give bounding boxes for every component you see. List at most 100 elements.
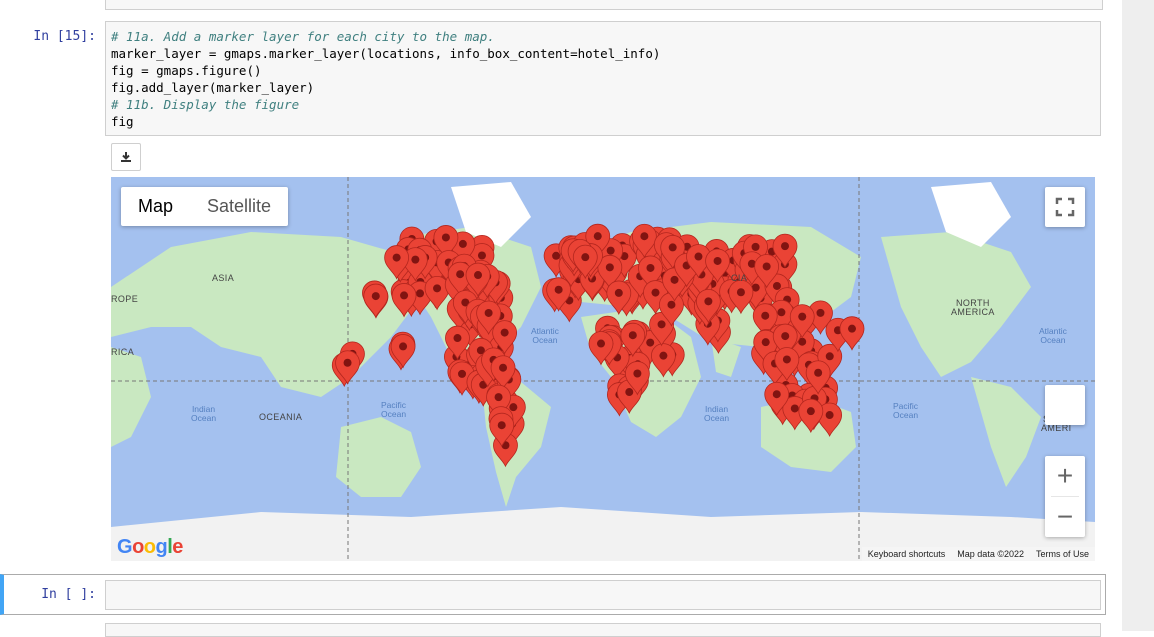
map-label: Pacific Ocean	[893, 401, 919, 420]
zoom-in-button[interactable]: +	[1045, 456, 1085, 496]
map-marker-dot	[458, 239, 467, 248]
map-marker-dot	[704, 297, 713, 306]
map-marker-dot	[554, 285, 563, 294]
map-type-control: Map Satellite	[121, 187, 289, 226]
fullscreen-icon	[1055, 197, 1075, 217]
map-marker-dot	[477, 251, 486, 260]
map-marker-dot	[456, 270, 465, 279]
page-scrollbar[interactable]	[1122, 0, 1154, 631]
map-marker-dot	[458, 369, 467, 378]
map-marker-dot	[646, 338, 655, 347]
map-marker-dot	[670, 275, 679, 284]
land-mass	[971, 377, 1041, 487]
map-marker-dot	[433, 284, 442, 293]
map-marker[interactable]	[390, 334, 416, 369]
map-marker-dot	[392, 253, 401, 262]
code-line: # 11b. Display the figure	[111, 97, 300, 112]
map-marker-dot	[694, 252, 703, 261]
map-marker-dot	[777, 308, 786, 317]
keyboard-shortcuts-link[interactable]: Keyboard shortcuts	[862, 549, 952, 559]
previous-cell[interactable]	[105, 0, 1103, 10]
map-type-satellite-button[interactable]: Satellite	[190, 187, 288, 226]
map-marker-dot	[825, 352, 834, 361]
code-cell-prompt: In [15]:	[33, 29, 96, 44]
map-marker-dot	[814, 368, 823, 377]
map-marker-dot	[416, 289, 425, 298]
empty-cell-prompt: In [ ]:	[41, 587, 96, 602]
map-marker-dot	[736, 288, 745, 297]
google-logo[interactable]: Google	[117, 536, 183, 559]
map-marker-dot	[606, 246, 615, 255]
download-button[interactable]	[111, 143, 141, 171]
map-canvas[interactable]	[111, 177, 1095, 561]
map-type-map-button[interactable]: Map	[121, 187, 190, 226]
code-editor[interactable]: # 11a. Add a marker layer for each city …	[111, 28, 660, 130]
map-marker-dot	[494, 393, 503, 402]
land-mass	[111, 347, 151, 447]
terms-of-use-link[interactable]: Terms of Use	[1030, 549, 1095, 559]
map-label: ASIA	[212, 273, 235, 283]
map-marker-dot	[780, 242, 789, 251]
map-marker-dot	[781, 332, 790, 341]
code-line: fig = gmaps.figure()	[111, 63, 262, 78]
map-marker-dot	[399, 342, 408, 351]
zoom-control: + −	[1045, 456, 1085, 537]
map-marker-dot	[633, 369, 642, 378]
map-marker-dot	[497, 421, 506, 430]
map-marker-dot	[581, 253, 590, 262]
map-marker-dot	[453, 334, 462, 343]
map-marker-dot	[825, 411, 834, 420]
map-marker-dot	[500, 328, 509, 337]
map-label: Indian Ocean	[191, 404, 217, 423]
map-marker-dot	[343, 358, 352, 367]
map-marker-dot	[646, 263, 655, 272]
code-line: fig.add_layer(marker_layer)	[111, 80, 315, 95]
map-marker-dot	[790, 404, 799, 413]
map-view[interactable]: ASIA ROPE RICA Indian Ocean OCEANIA Paci…	[111, 177, 1095, 561]
map-label: RICA	[111, 347, 135, 357]
map-marker-dot	[474, 271, 483, 280]
next-cell[interactable]	[105, 623, 1101, 637]
map-data-text: Map data ©2022	[957, 549, 1024, 559]
map-marker-dot	[593, 232, 602, 241]
map-marker-dot	[782, 355, 791, 364]
map-marker-dot	[847, 324, 856, 333]
code-line: marker_layer = gmaps.marker_layer(locati…	[111, 46, 661, 61]
code-line: fig	[111, 114, 134, 129]
map-marker-dot	[484, 308, 493, 317]
fullscreen-button[interactable]	[1045, 187, 1085, 227]
map-marker-dot	[761, 311, 770, 320]
map-marker-dot	[625, 388, 634, 397]
map-marker-dot	[499, 363, 508, 372]
download-icon	[121, 152, 131, 162]
zoom-out-button[interactable]: −	[1045, 497, 1085, 537]
map-marker-dot	[441, 233, 450, 242]
street-view-button[interactable]	[1045, 385, 1085, 425]
map-label: Pacific Ocean	[381, 400, 407, 419]
map-marker-dot	[605, 263, 614, 272]
map-label: ROPE	[111, 294, 139, 304]
code-line: # 11a. Add a marker layer for each city …	[111, 29, 495, 44]
empty-code-cell[interactable]	[105, 580, 1101, 610]
map-marker-dot	[614, 288, 623, 297]
map-marker-dot	[806, 407, 815, 416]
map-label: OCEANIA	[259, 412, 303, 422]
map-marker-dot	[400, 291, 409, 300]
map-marker-dot	[772, 390, 781, 399]
map-marker-dot	[597, 339, 606, 348]
map-marker-dot	[640, 232, 649, 241]
map-marker-dot	[411, 255, 420, 264]
code-cell[interactable]: # 11a. Add a marker layer for each city …	[105, 21, 1101, 136]
map-marker-dot	[651, 288, 660, 297]
map-marker-dot	[657, 320, 666, 329]
map-marker[interactable]	[839, 316, 865, 351]
map-label: Atlantic Ocean	[1039, 326, 1067, 345]
map-label: Atlantic Ocean	[531, 326, 559, 345]
map-marker-dot	[761, 338, 770, 347]
map-marker-dot	[659, 351, 668, 360]
map-marker-dot	[667, 300, 676, 309]
land-mass	[336, 417, 421, 497]
map-label: Indian Ocean	[704, 404, 730, 423]
map-label: NORTH AMERICA	[951, 298, 995, 317]
map-marker-dot	[509, 403, 518, 412]
